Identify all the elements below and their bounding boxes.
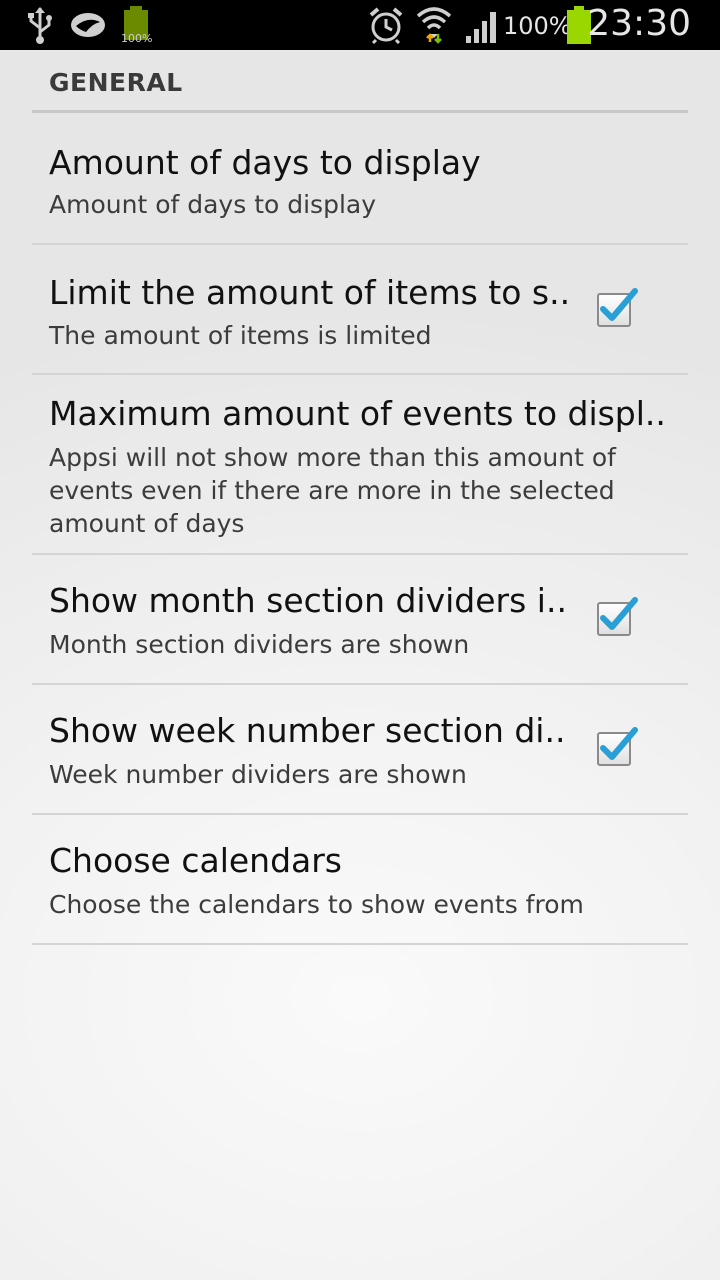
checkmark-icon	[600, 597, 638, 630]
usb-icon	[26, 6, 54, 48]
pref-summary-line-2: events even if there are more in the sel…	[49, 476, 615, 505]
pref-month-dividers[interactable]: Show month section dividers i.. Month se…	[32, 555, 688, 685]
battery-percent: 100%	[503, 12, 572, 40]
pref-summary: The amount of items is limited	[49, 321, 432, 350]
pref-week-dividers[interactable]: Show week number section di.. Week numbe…	[32, 685, 688, 815]
pref-summary-line-1: Appsi will not show more than this amoun…	[49, 443, 616, 472]
pref-amount-of-days[interactable]: Amount of days to display Amount of days…	[32, 114, 688, 245]
checkmark-icon	[600, 727, 638, 760]
pref-title: Limit the amount of items to s..	[49, 273, 571, 312]
pref-title: Maximum amount of events to displ..	[49, 394, 666, 433]
pref-maximum-events[interactable]: Maximum amount of events to displ.. Apps…	[32, 375, 688, 555]
list-divider	[32, 943, 688, 945]
signal-icon	[465, 10, 499, 48]
wifi-icon	[416, 4, 452, 48]
pref-title: Show week number section di..	[49, 711, 566, 750]
pref-title: Show month section dividers i..	[49, 581, 567, 620]
pref-summary: Month section dividers are shown	[49, 630, 470, 659]
pref-title: Choose calendars	[49, 841, 343, 880]
battery-small-label: 100%	[121, 32, 153, 45]
pref-title: Amount of days to display	[49, 143, 481, 182]
checkmark-icon	[600, 288, 638, 321]
week-dividers-checkbox[interactable]	[597, 727, 638, 766]
pref-summary: Choose the calendars to show events from	[49, 890, 584, 919]
section-divider	[32, 110, 688, 113]
pref-summary: Week number dividers are shown	[49, 760, 467, 789]
pref-choose-calendars[interactable]: Choose calendars Choose the calendars to…	[32, 815, 688, 945]
status-bar: 100% 100% 23:30	[0, 0, 720, 50]
alarm-icon	[368, 6, 404, 48]
section-header-general: GENERAL	[49, 68, 183, 97]
pref-summary: Amount of days to display	[49, 190, 377, 219]
pref-summary-line-3: amount of days	[49, 509, 245, 538]
month-dividers-checkbox[interactable]	[597, 597, 638, 636]
limit-items-checkbox[interactable]	[597, 288, 638, 327]
pref-limit-items[interactable]: Limit the amount of items to s.. The amo…	[32, 245, 688, 375]
notification-app-icon	[70, 12, 106, 42]
clock: 23:30	[587, 3, 691, 44]
